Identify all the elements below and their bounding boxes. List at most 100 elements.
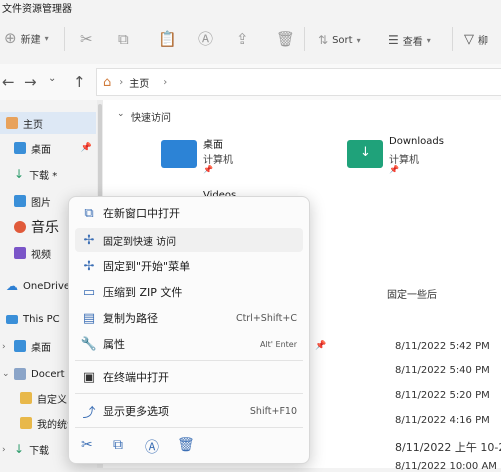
more-options-icon: ⤴ (82, 405, 96, 421)
zip-icon: ▭ (82, 284, 96, 300)
download-icon: ↓ (14, 442, 25, 456)
folder-icon (20, 417, 32, 429)
sort-button[interactable]: ⇅ Sort ▾ (318, 33, 361, 48)
rename-icon[interactable]: Ⓐ (145, 437, 159, 457)
open-new-window-icon: ⧉ (84, 205, 94, 221)
menu-pin-start[interactable]: ✢ 固定到"开始"菜单 (75, 254, 303, 278)
quick-item-name: Downloads (389, 136, 444, 147)
sidebar-item-label: 自定义 (37, 394, 67, 406)
sidebar-item-label: 主页 (23, 119, 43, 131)
cut-icon[interactable]: ✂ (81, 437, 93, 453)
menu-item-label: 在终端中打开 (103, 371, 169, 384)
toolbar-divider (452, 27, 453, 51)
sidebar-item-label: 下载 * (29, 170, 58, 182)
sidebar-item-desktop[interactable]: 桌面 📌 (0, 137, 96, 159)
document-icon (14, 368, 26, 380)
sidebar-item-label: OneDrive (23, 280, 71, 292)
wrench-icon: 🔧 (80, 336, 98, 352)
menu-divider (75, 393, 303, 394)
plus-circle-icon: ⊕ (4, 29, 17, 47)
chevron-down-icon[interactable]: ⌄ (117, 109, 125, 119)
menu-item-label: 压缩到 ZIP 文件 (103, 286, 183, 299)
row-date: 8/11/2022 4:16 PM (395, 415, 490, 426)
sidebar-item-home[interactable]: 主页 (0, 112, 96, 134)
menu-open-new-window[interactable]: ⧉ 在新窗口中打开 (75, 201, 303, 225)
recent-column-header: 固定一些后 (387, 290, 437, 301)
share-icon[interactable]: ⇪ (236, 32, 249, 47)
row-date: 8/11/2022 10:00 AM (395, 461, 497, 472)
sidebar-item-label: Docert (31, 368, 65, 380)
menu-shortcut: Ctrl+Shift+C (235, 312, 297, 324)
quick-access-downloads[interactable]: ↓ Downloads 计算机 📌 (347, 136, 477, 176)
copy-icon[interactable]: ⧉ (118, 32, 129, 47)
quick-item-subtitle: 计算机 (203, 155, 233, 166)
desktop-icon (14, 340, 26, 352)
sidebar-item-label: 视频 (31, 249, 51, 261)
new-label: 新建 (20, 35, 41, 46)
breadcrumb-home[interactable]: 主页 (129, 75, 149, 90)
menu-item-label: 显示更多选项 (103, 405, 169, 418)
sidebar-item-label: 桌面 (31, 342, 51, 354)
back-arrow-icon[interactable]: ← (2, 73, 15, 91)
view-label: 查看 (402, 37, 423, 48)
rename-icon[interactable]: Ⓐ (198, 32, 213, 47)
menu-divider (75, 360, 303, 361)
delete-icon[interactable]: 🗑 (276, 32, 295, 47)
menu-properties[interactable]: 🔧 属性 Alt' Enter (75, 332, 303, 356)
paste-icon[interactable]: 📋 (158, 32, 177, 47)
pictures-icon (14, 195, 26, 207)
sidebar-item-label: 下载 (29, 445, 50, 457)
quick-item-subtitle: 计算机 (389, 155, 419, 166)
sidebar-item-label: 音乐 (31, 220, 59, 236)
sort-icon: ⇅ (318, 33, 329, 47)
copy-path-icon: ▤ (82, 310, 96, 326)
home-icon: ⌂ (103, 74, 112, 90)
menu-copy-path[interactable]: ▤ 复制为路径 Ctrl+Shift+C (75, 306, 303, 330)
chevron-down-icon: ▾ (356, 36, 361, 45)
menu-item-label: 在新窗口中打开 (103, 207, 180, 220)
cut-icon[interactable]: ✂ (80, 32, 93, 47)
menu-item-label: 固定到"开始"菜单 (103, 260, 191, 273)
filter-icon: ▽ (464, 32, 474, 47)
menu-open-terminal[interactable]: ▣ 在终端中打开 (75, 365, 303, 389)
context-menu: ⧉ 在新窗口中打开 ✢ 固定到快速 访问 ✢ 固定到"开始"菜单 ▭ 压缩到 Z… (68, 196, 310, 464)
menu-compress-zip[interactable]: ▭ 压缩到 ZIP 文件 (75, 280, 303, 304)
sidebar-item-label: 桌面 (31, 144, 51, 156)
recent-chevron-icon[interactable]: ⌄ (48, 73, 56, 84)
up-arrow-icon[interactable]: ↑ (73, 73, 86, 91)
chevron-down-icon: ▾ (426, 36, 431, 45)
breadcrumb-chevron-icon: › (163, 76, 168, 88)
row-date: 8/11/2022 5:42 PM (395, 341, 490, 352)
menu-pin-quick-access[interactable]: ✢ 固定到快速 访问 (75, 228, 303, 252)
sidebar-item-label: 图片 (31, 197, 51, 209)
chevron-down-icon: ▾ (44, 34, 49, 43)
menu-shortcut: Shift+F10 (249, 405, 297, 417)
menu-shortcut: Alt' Enter (259, 339, 297, 349)
pin-icon: ✢ (83, 232, 95, 248)
toolbar-divider (64, 27, 65, 51)
menu-item-label: 属性 (103, 338, 125, 351)
pin-icon: 📌 (203, 165, 213, 174)
quick-access-desktop[interactable]: 桌面 计算机 📌 (161, 136, 281, 176)
pin-icon: 📌 (80, 143, 92, 153)
pin-icon: ✢ (83, 258, 95, 274)
forward-arrow-icon[interactable]: → (24, 73, 37, 91)
computer-icon (6, 314, 18, 324)
filter-button[interactable]: ▽ 柳 (464, 32, 488, 47)
new-button[interactable]: ⊕ 新建 ▾ (4, 29, 49, 47)
desktop-icon (14, 142, 26, 154)
view-button[interactable]: ☰ 查看 ▾ (388, 33, 431, 48)
pin-icon: 📌 (315, 341, 327, 351)
sort-label: Sort (332, 35, 353, 46)
section-title-quick-access: 快速访问 (131, 113, 171, 124)
music-icon (14, 221, 26, 233)
row-date: 8/11/2022 5:20 PM (395, 390, 490, 401)
copy-icon[interactable]: ⧉ (113, 437, 123, 453)
menu-show-more-options[interactable]: ⤴ 显示更多选项 Shift+F10 (75, 399, 303, 423)
address-bar[interactable]: ⌂ › 主页 › (96, 68, 501, 96)
menu-divider (75, 427, 303, 428)
pin-icon: 📌 (389, 165, 399, 174)
breadcrumb-chevron-icon: › (119, 76, 124, 88)
delete-icon[interactable]: 🗑 (177, 437, 195, 453)
sidebar-item-downloads[interactable]: ↓ 下载 * (0, 163, 96, 185)
